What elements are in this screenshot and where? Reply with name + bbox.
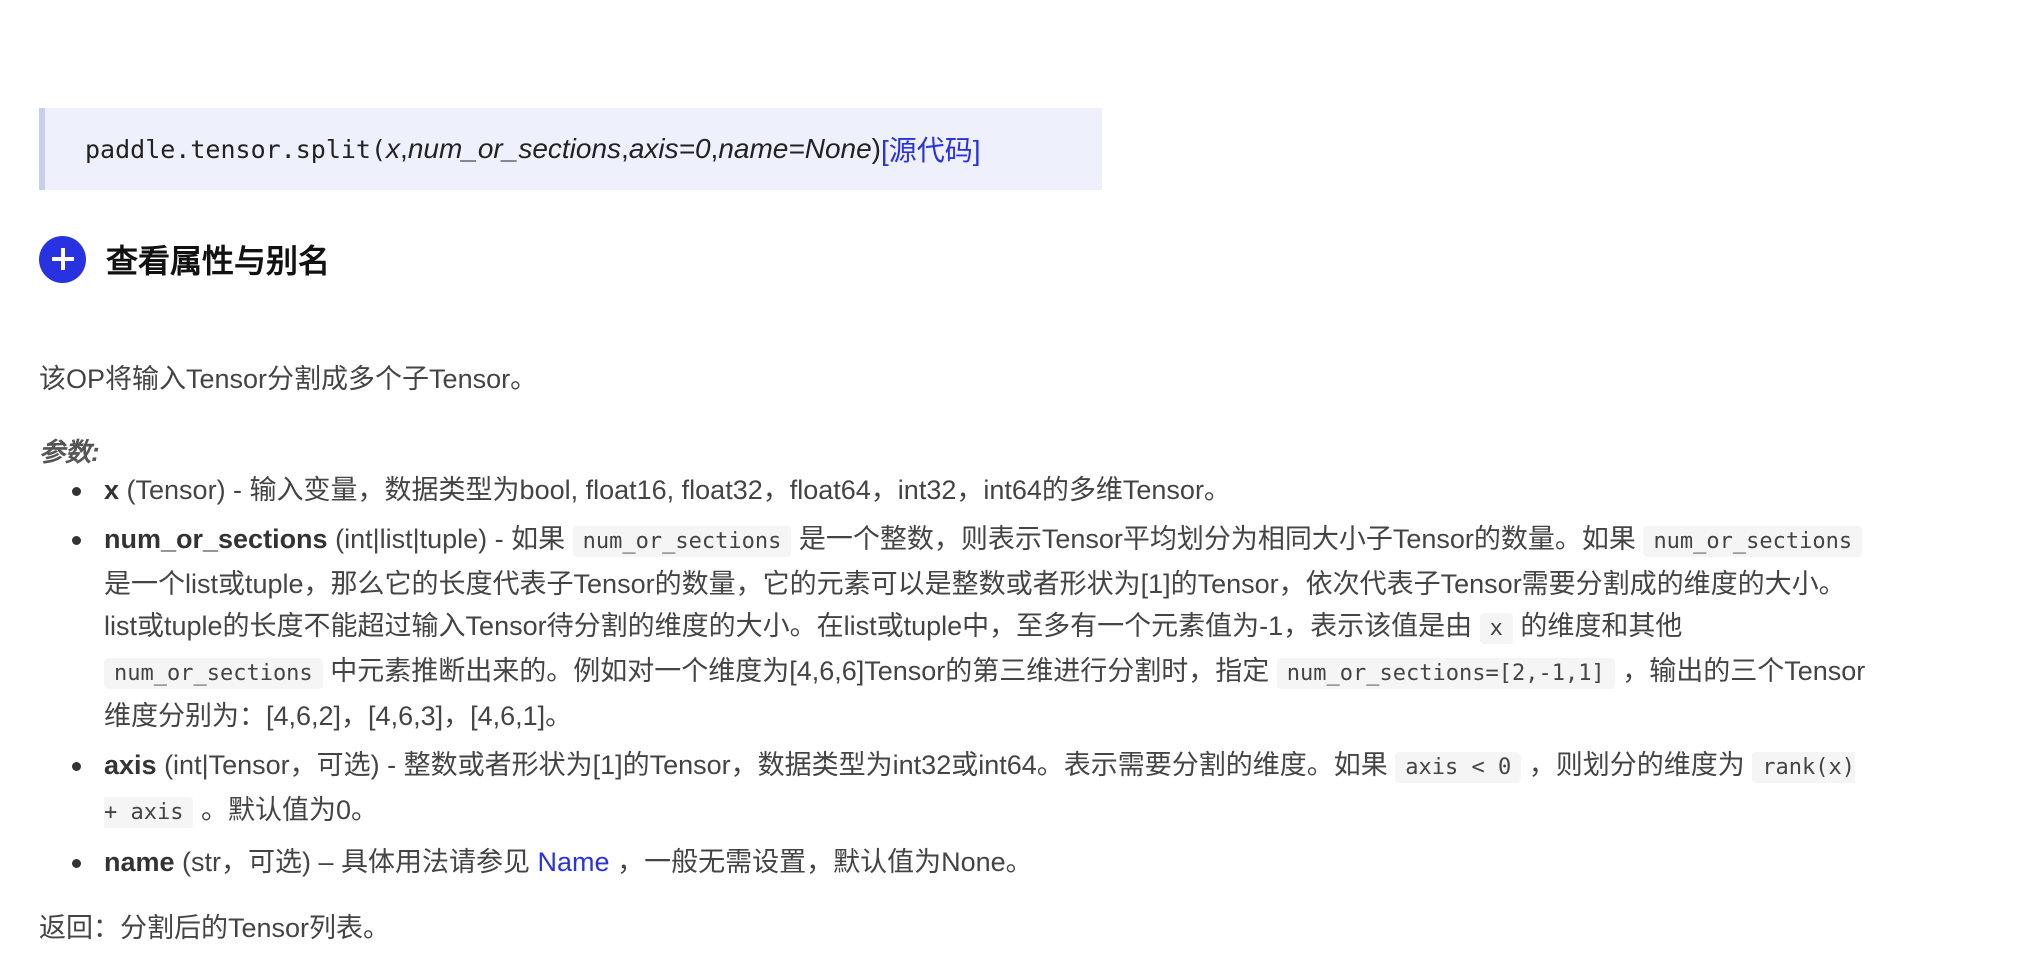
param-desc: ，则划分的维度为 [1521,750,1753,780]
signature-function: paddle.tensor.split( [85,134,387,164]
param-name: axis [104,750,157,780]
inline-code: x [1479,613,1513,644]
inline-code: num_or_sections [104,658,323,689]
param-name: num_or_sections [104,524,328,554]
inline-code: num_or_sections [572,526,792,557]
alias-section-title[interactable]: 查看属性与别名 [106,236,330,282]
api-doc-page: paddle.tensor.split(x, num_or_sections, … [0,0,2038,974]
param-desc: 的维度和其他 [1512,611,1683,641]
signature-separator: , [400,133,408,164]
name-doc-link[interactable]: Name [538,847,610,877]
param-item-axis: axis (int|Tensor，可选) - 整数或者形状为[1]的Tensor… [72,744,1874,834]
param-item-x: x (Tensor) - 输入变量，数据类型为bool, float16, fl… [72,469,1874,511]
signature-arg-name: name=None [718,133,872,164]
params-label: 参数: [39,437,100,467]
signature-separator: , [621,133,629,164]
param-name: name [104,847,175,877]
api-signature: paddle.tensor.split(x, num_or_sections, … [39,108,1102,190]
source-code-link[interactable]: [源代码] [881,129,981,169]
signature-arg-num-or-sections: num_or_sections [407,133,622,164]
param-desc: (str，可选) – 具体用法请参见 [174,847,538,877]
inline-code: num_or_sections [1643,526,1863,557]
signature-separator: , [710,133,719,164]
param-desc: 。默认值为0。 [193,795,379,825]
signature-arg-x: x [386,133,401,164]
param-item-name: name (str，可选) – 具体用法请参见 Name ，一般无需设置，默认值… [72,841,1874,883]
param-desc: ，一般无需设置，默认值为None。 [609,847,1033,877]
param-desc: (int|Tensor，可选) - 整数或者形状为[1]的Tensor，数据类型… [156,750,1396,780]
params-list: x (Tensor) - 输入变量，数据类型为bool, float16, fl… [39,469,1874,890]
signature-arg-axis: axis=0 [628,133,711,164]
param-item-num-or-sections: num_or_sections (int|list|tuple) - 如果 nu… [72,518,1874,737]
param-desc: (int|list|tuple) - 如果 [327,524,573,554]
returns-text: 返回：分割后的Tensor列表。 [39,913,391,943]
inline-code: num_or_sections=[2,-1,1] [1276,658,1615,689]
plus-icon[interactable] [39,235,86,283]
param-name: x [104,475,120,505]
param-desc: 中元素推断出来的。例如对一个维度为[4,6,6]Tensor的第三维进行分割时，… [322,656,1277,686]
signature-close-paren: ) [871,133,881,164]
param-desc: 是一个整数，则表示Tensor平均划分为相同大小子Tensor的数量。如果 [791,524,1644,554]
inline-code: axis < 0 [1395,752,1522,783]
param-desc: (Tensor) - 输入变量，数据类型为bool, float16, floa… [119,475,1231,505]
alias-section[interactable]: 查看属性与别名 [39,235,330,283]
op-description: 该OP将输入Tensor分割成多个子Tensor。 [39,364,538,394]
